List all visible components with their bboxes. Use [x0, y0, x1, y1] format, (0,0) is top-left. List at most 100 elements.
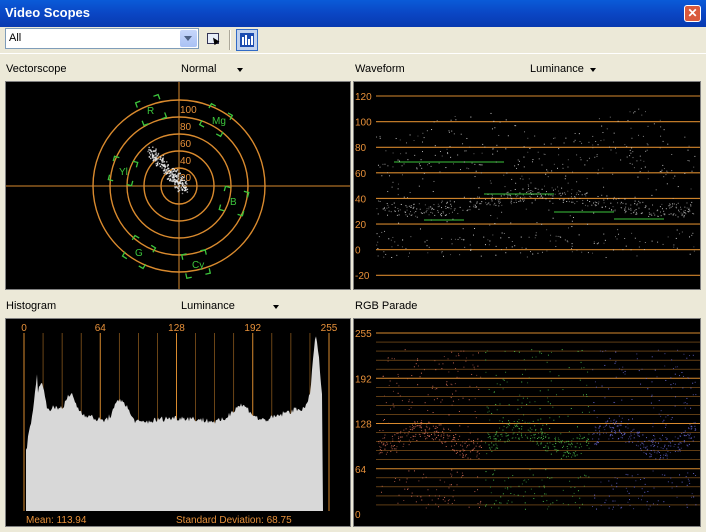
vectorscope-sample: [162, 154, 165, 157]
vectorscope-mode-select[interactable]: Normal: [181, 63, 216, 75]
waveform-sample: [667, 143, 669, 145]
vectorscope-mode-dropdown-icon[interactable]: [237, 68, 243, 72]
parade-sample: [456, 484, 458, 486]
waveform-sample: [416, 168, 418, 170]
waveform-sample: [386, 203, 388, 205]
parade-sample: [408, 401, 410, 403]
waveform-sample: [562, 163, 564, 165]
waveform-sample: [597, 196, 599, 198]
waveform-tick-label: -20: [355, 271, 370, 282]
parade-sample: [570, 408, 572, 410]
parade-sample: [539, 390, 541, 392]
parade-sample: [459, 425, 461, 427]
parade-sample: [491, 507, 493, 509]
parade-sample: [632, 429, 634, 431]
waveform-sample: [476, 196, 478, 198]
close-button[interactable]: ✕: [684, 5, 701, 22]
waveform-sample: [500, 237, 502, 239]
parade-sample: [654, 369, 656, 371]
parade-sample: [397, 373, 399, 375]
parade-sample: [561, 441, 563, 443]
parade-sample: [629, 505, 631, 507]
histogram-mode-dropdown-icon[interactable]: [273, 305, 279, 309]
waveform-sample: [421, 212, 423, 214]
waveform-sample: [530, 196, 532, 198]
waveform-sample: [535, 234, 537, 236]
parade-sample: [489, 448, 491, 450]
waveform-sample: [540, 196, 542, 198]
histogram-mode-select[interactable]: Luminance: [181, 300, 235, 312]
waveform-sample: [634, 196, 636, 198]
parade-sample: [409, 426, 411, 428]
parade-sample: [562, 455, 564, 457]
parade-sample: [518, 351, 520, 353]
parade-sample: [545, 436, 547, 438]
waveform-sample: [535, 193, 537, 195]
parade-sample: [386, 451, 388, 453]
waveform-sample: [515, 194, 517, 196]
vectorscope-sample: [174, 182, 176, 184]
waveform-sample: [563, 198, 565, 200]
parade-sample: [472, 354, 474, 356]
parade-sample: [392, 390, 394, 392]
parade-sample: [435, 503, 437, 505]
parade-sample: [507, 438, 509, 440]
parade-sample: [448, 487, 450, 489]
parade-sample: [473, 442, 475, 444]
chevron-down-icon[interactable]: [180, 30, 197, 47]
parade-sample: [543, 485, 545, 487]
waveform-sample: [420, 159, 422, 161]
waveform-sample: [397, 159, 399, 161]
parade-sample: [495, 500, 497, 502]
waveform-mode-dropdown-icon[interactable]: [590, 68, 596, 72]
parade-sample: [425, 425, 427, 427]
vectorscope-sample: [152, 159, 154, 162]
parade-sample: [462, 454, 464, 456]
parade-sample: [407, 378, 409, 380]
parade-sample: [663, 501, 665, 503]
waveform-sample: [498, 134, 500, 136]
scopes-layout-button[interactable]: [236, 29, 258, 51]
parade-sample: [615, 351, 617, 353]
parade-sample: [545, 435, 547, 437]
waveform-sample: [552, 195, 554, 197]
parade-sample: [686, 403, 688, 405]
parade-sample: [530, 437, 532, 439]
parade-sample: [519, 428, 521, 430]
waveform-sample: [628, 207, 630, 209]
parade-sample: [488, 444, 490, 446]
waveform-sample: [603, 202, 605, 204]
parade-sample: [406, 435, 408, 437]
vectorscope-sample: [155, 159, 158, 161]
waveform-mode-select[interactable]: Luminance: [530, 63, 584, 75]
parade-sample: [390, 442, 392, 444]
parade-sample: [418, 425, 420, 427]
source-select[interactable]: All: [5, 28, 199, 49]
waveform-sample: [522, 188, 524, 190]
vectorscope-sample: [157, 158, 159, 160]
waveform-sample: [450, 238, 452, 240]
picker-button[interactable]: [204, 30, 222, 48]
parade-sample: [538, 432, 540, 434]
parade-sample: [507, 500, 509, 502]
parade-sample: [488, 388, 490, 390]
waveform-sample: [631, 163, 633, 165]
parade-sample: [452, 449, 454, 451]
parade-sample: [378, 442, 380, 444]
parade-sample: [427, 503, 429, 505]
vectorscope-sample: [180, 183, 182, 185]
waveform-sample: [610, 202, 612, 204]
parade-sample: [403, 500, 405, 502]
parade-sample: [593, 443, 595, 445]
parade-sample: [518, 485, 520, 487]
waveform-sample: [639, 155, 641, 157]
waveform-sample: [501, 204, 503, 206]
parade-sample: [457, 353, 459, 355]
waveform-sample: [480, 172, 482, 174]
parade-sample: [609, 427, 611, 429]
parade-sample: [396, 451, 398, 453]
vectorscope-sample: [166, 165, 168, 167]
waveform-sample: [686, 202, 688, 204]
vectorscope-sample: [159, 156, 162, 158]
parade-sample: [588, 433, 590, 435]
